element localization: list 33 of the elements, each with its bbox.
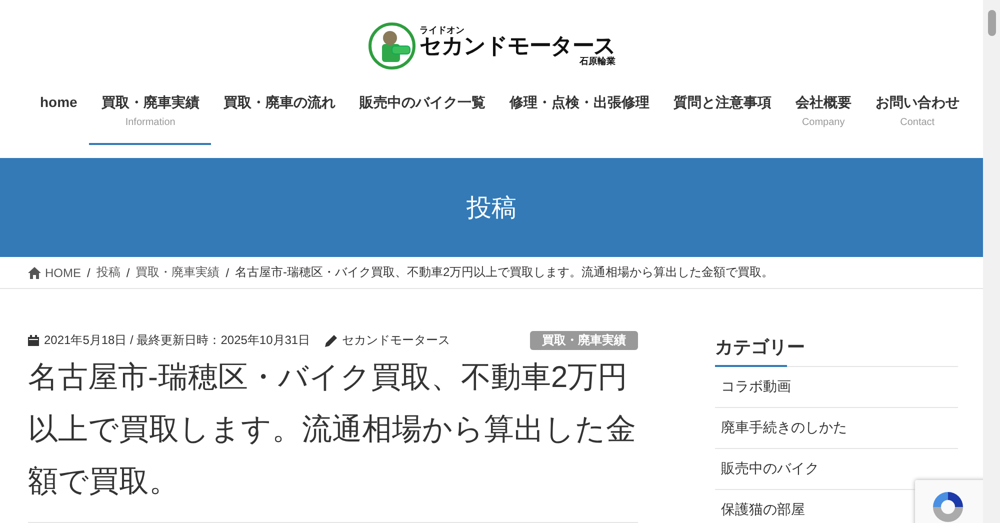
breadcrumb-link[interactable]: 投稿	[96, 264, 120, 281]
nav-item[interactable]: 質問と注意事項	[661, 94, 784, 145]
breadcrumb-separator: /	[87, 266, 90, 280]
category-link[interactable]: 廃車手続きのしかた	[721, 419, 847, 435]
breadcrumb-link[interactable]: 買取・廃車実績	[136, 264, 220, 281]
scrollbar-thumb[interactable]	[988, 10, 996, 36]
nav-item[interactable]: 会社概要 Company	[783, 94, 864, 145]
nav-item[interactable]: home	[28, 94, 90, 145]
category-link[interactable]: コラボ動画	[721, 378, 791, 394]
nav-item[interactable]: 販売中のバイク一覧	[347, 94, 498, 145]
category-link[interactable]: 販売中のバイク	[721, 460, 819, 476]
logo-company: 石原輪業	[580, 57, 616, 66]
logo-tagline: ライドオン	[420, 26, 466, 35]
nav-item[interactable]: 修理・点検・出張修理	[497, 94, 662, 145]
nav-item[interactable]: 買取・廃車実績 Information	[89, 94, 212, 145]
nav-item[interactable]: 買取・廃車の流れ	[211, 94, 348, 145]
logo-name: セカンドモータース	[420, 35, 616, 57]
category-link[interactable]: 保護猫の部屋	[721, 501, 805, 517]
post-dates: 2021年5月18日 / 最終更新日時：2025年10月31日	[44, 332, 310, 349]
page-title: 投稿	[466, 193, 516, 224]
breadcrumb-link[interactable]: HOME	[28, 266, 81, 280]
sidebar-heading: カテゴリー	[715, 336, 805, 359]
breadcrumb-current: 名古屋市-瑞穂区・バイク買取、不動車2万円以上で買取します。流通相場から算出した金額で買取。	[235, 264, 774, 281]
post-title: 名古屋市-瑞穂区・バイク買取、不動車2万円以上で買取します。流通相場から算出した金額で買取。	[28, 360, 637, 500]
home-icon	[28, 266, 41, 278]
nav-item[interactable]: お問い合わせ Contact	[863, 94, 972, 145]
logo-emblem-drawing	[368, 22, 416, 70]
post-author: セカンドモータース	[342, 332, 450, 349]
breadcrumb-separator: /	[126, 266, 130, 280]
recaptcha-icon	[931, 490, 965, 523]
calendar-icon	[28, 335, 39, 346]
pencil-icon	[325, 334, 338, 346]
breadcrumb-separator: /	[226, 266, 230, 280]
